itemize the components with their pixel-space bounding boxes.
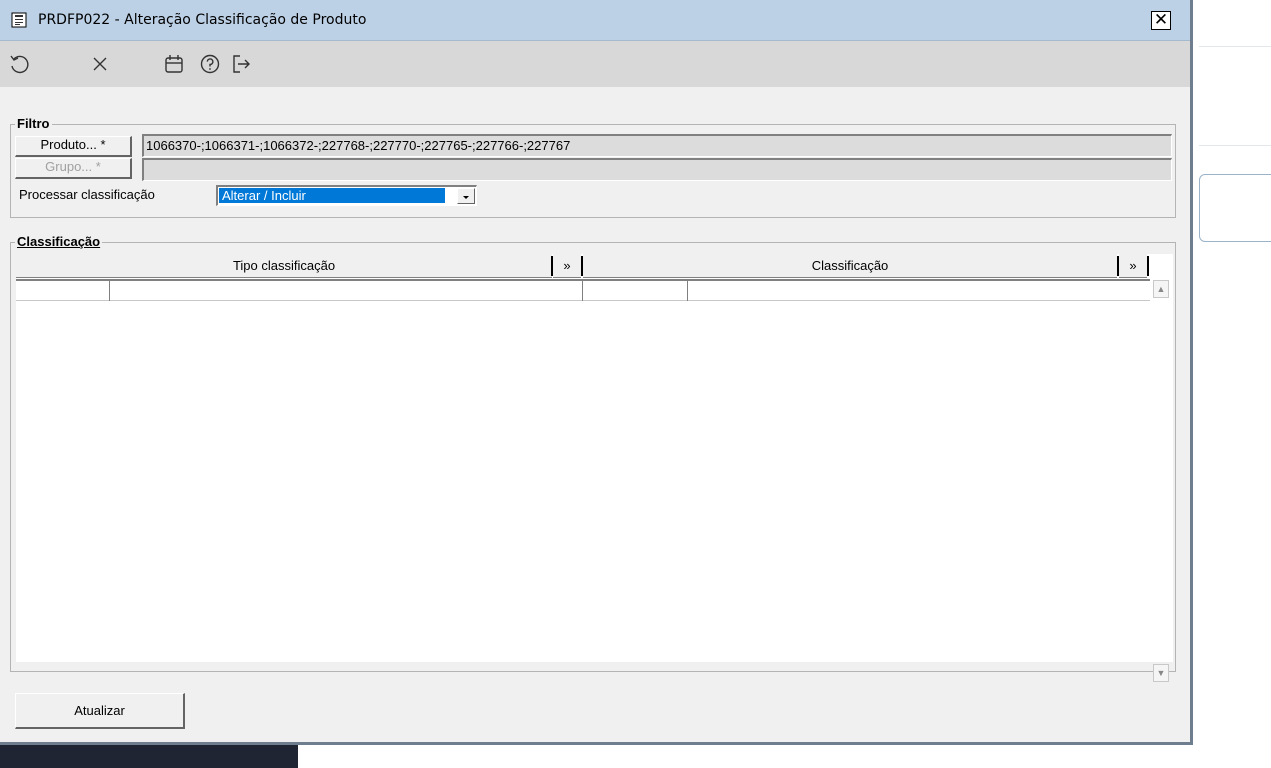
table-row[interactable] (16, 279, 1150, 301)
produto-field[interactable]: 1066370-;1066371-;1066372-;227768-;22777… (142, 134, 1172, 157)
close-button[interactable]: ✕ (1151, 11, 1171, 30)
tipo-expand-button[interactable]: » (553, 254, 581, 278)
taskbar-strip (0, 742, 298, 768)
background-text-fragment (1204, 0, 1271, 4)
column-header-tipo-label: Tipo classificação (232, 258, 336, 273)
expand-icon: » (1129, 258, 1137, 273)
scroll-up-button[interactable]: ▲ (1153, 280, 1169, 298)
background-divider (1199, 46, 1271, 47)
classificacao-expand-button[interactable]: » (1119, 254, 1147, 278)
processar-label: Processar classificação (19, 187, 155, 202)
exit-icon[interactable] (230, 53, 252, 75)
grupo-field (142, 158, 1172, 181)
column-header-classificacao[interactable]: Classificação (583, 254, 1117, 278)
window-title: PRDFP022 - Alteração Classificação de Pr… (38, 12, 367, 28)
atualizar-button[interactable]: Atualizar (15, 693, 185, 729)
help-icon[interactable] (199, 53, 221, 75)
close-icon: ✕ (1153, 10, 1169, 30)
background-divider (1199, 145, 1271, 146)
expand-icon: » (563, 258, 571, 273)
produto-button[interactable]: Produto... * (15, 136, 132, 157)
calendar-icon[interactable] (163, 53, 185, 75)
document-icon (11, 12, 27, 28)
produto-button-label: Produto... * (40, 137, 106, 152)
column-header-classificacao-label: Classificação (811, 258, 889, 273)
filtro-legend: Filtro (15, 116, 52, 131)
cell-separator (582, 281, 583, 301)
processar-select-value: Alterar / Incluir (219, 188, 445, 203)
cell-separator (687, 281, 688, 301)
app-window: PRDFP022 - Alteração Classificação de Pr… (0, 0, 1193, 745)
atualizar-button-label: Atualizar (74, 703, 125, 718)
background-card (1199, 174, 1271, 242)
vertical-scrollbar[interactable]: ▲ ▼ (1152, 278, 1170, 682)
column-separator (1147, 256, 1149, 276)
classificacao-legend: Classificação (15, 234, 103, 249)
title-bar: PRDFP022 - Alteração Classificação de Pr… (0, 0, 1190, 41)
grupo-button-label: Grupo... * (45, 159, 101, 174)
classificacao-grid: Tipo classificação » Classificação » ▲ ▼ (16, 254, 1173, 682)
undo-icon[interactable] (8, 53, 30, 75)
column-header-tipo[interactable]: Tipo classificação (16, 254, 552, 278)
chevron-down-icon[interactable] (457, 188, 475, 204)
scroll-down-button[interactable]: ▼ (1153, 664, 1169, 682)
processar-select[interactable]: Alterar / Incluir (216, 185, 477, 206)
grupo-button: Grupo... * (15, 158, 132, 179)
toolbar (0, 41, 1190, 87)
cancel-icon[interactable] (89, 53, 111, 75)
cell-separator (109, 281, 110, 301)
